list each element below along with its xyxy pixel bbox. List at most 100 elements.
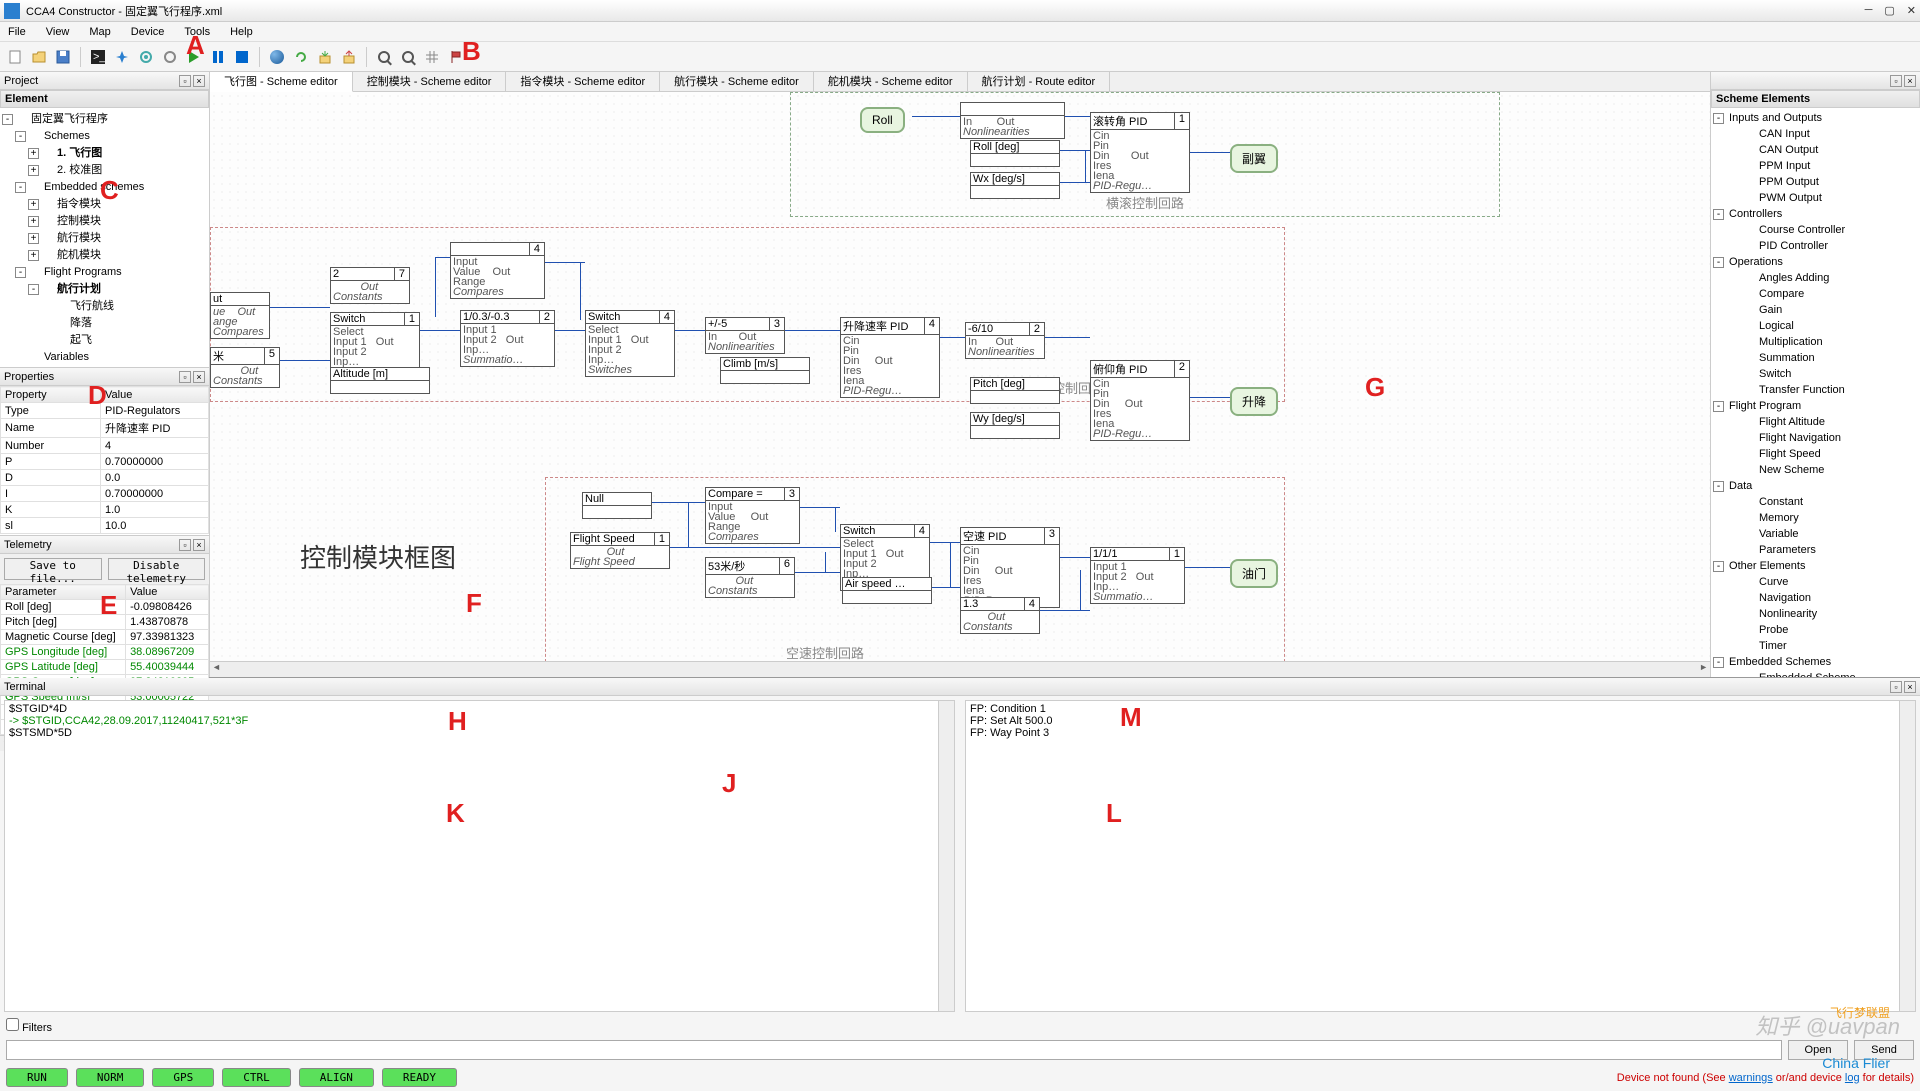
menu-file[interactable]: File: [4, 24, 30, 40]
block-nonlinear-roll[interactable]: In OutNonlinearities: [960, 102, 1065, 139]
tree-expand-icon[interactable]: -: [15, 131, 26, 142]
tree-item[interactable]: -Schemes: [2, 127, 207, 144]
status-button-ctrl[interactable]: CTRL: [222, 1068, 291, 1087]
plane-button[interactable]: [111, 46, 133, 68]
block-roll-deg[interactable]: Roll [deg]: [970, 140, 1060, 167]
panel-close-icon[interactable]: ×: [1904, 681, 1916, 693]
prop-value[interactable]: 0.0: [101, 470, 209, 486]
tree-expand-icon[interactable]: +: [28, 233, 39, 244]
tree-expand-icon[interactable]: -: [1713, 257, 1724, 268]
block-compare-3[interactable]: Compare =3 InputValue OutRangeCompares: [705, 487, 800, 544]
open-button[interactable]: [28, 46, 50, 68]
grid-button[interactable]: [421, 46, 443, 68]
tree-item[interactable]: 飞行航线: [2, 297, 207, 314]
block-sum-2[interactable]: 1/1/11 Input 1Input 2 OutInp…Summatio…: [1090, 547, 1185, 604]
scheme-element-item[interactable]: CAN Output: [1713, 142, 1918, 158]
tree-expand-icon[interactable]: -: [1713, 401, 1724, 412]
menu-map[interactable]: Map: [85, 24, 114, 40]
send-button[interactable]: Send: [1854, 1040, 1914, 1060]
disable-telemetry-button[interactable]: Disable telemetry: [108, 558, 206, 580]
tree-item[interactable]: +指令模块: [2, 195, 207, 212]
canvas-scrollbar[interactable]: [210, 661, 1710, 677]
block-pid-speed[interactable]: 空速 PID3 CinPinDin OutIresIenaPID-Regu…: [960, 527, 1060, 608]
scheme-element-item[interactable]: Gain: [1713, 302, 1918, 318]
tree-item[interactable]: -Embedded schemes: [2, 178, 207, 195]
block-const-53[interactable]: 53米/秒6 OutConstants: [705, 557, 795, 598]
scheme-group[interactable]: - Controllers: [1713, 206, 1918, 222]
status-button-align[interactable]: ALIGN: [299, 1068, 374, 1087]
scheme-group[interactable]: - Embedded Schemes: [1713, 654, 1918, 670]
scheme-element-item[interactable]: New Scheme: [1713, 462, 1918, 478]
block-airspeed[interactable]: Air speed …: [842, 577, 932, 604]
menu-view[interactable]: View: [42, 24, 74, 40]
globe-button[interactable]: [266, 46, 288, 68]
panel-close-icon[interactable]: ×: [193, 371, 205, 383]
block-altitude[interactable]: Altitude [m]: [330, 367, 430, 394]
tree-expand-icon[interactable]: -: [15, 267, 26, 278]
editor-tab[interactable]: 控制模块 - Scheme editor: [353, 72, 507, 91]
panel-float-icon[interactable]: ▫: [179, 539, 191, 551]
prop-value[interactable]: 10.0: [101, 518, 209, 534]
scheme-canvas[interactable]: 横滚控制回路 Roll In OutNonlinearities Roll [d…: [210, 92, 1710, 661]
block-null[interactable]: Null: [582, 492, 652, 519]
status-button-ready[interactable]: READY: [382, 1068, 457, 1087]
import-button[interactable]: [314, 46, 336, 68]
zoom-in-button[interactable]: [373, 46, 395, 68]
scheme-element-item[interactable]: Constant: [1713, 494, 1918, 510]
terminal-log-right[interactable]: FP: Condition 1FP: Set Alt 500.0FP: Way …: [965, 700, 1916, 1012]
scheme-element-item[interactable]: Variable: [1713, 526, 1918, 542]
scheme-element-item[interactable]: PPM Input: [1713, 158, 1918, 174]
maximize-button[interactable]: ▢: [1884, 4, 1894, 17]
block-m610[interactable]: -6/102In OutNonlinearities: [965, 322, 1045, 359]
tree-item[interactable]: 起飞: [2, 331, 207, 348]
scheme-element-item[interactable]: Compare: [1713, 286, 1918, 302]
tree-item[interactable]: -固定翼飞行程序: [2, 110, 207, 127]
pause-button[interactable]: [207, 46, 229, 68]
block-const-2[interactable]: 27 OutConstants: [330, 267, 410, 304]
menu-help[interactable]: Help: [226, 24, 257, 40]
tree-item[interactable]: -航行计划: [2, 280, 207, 297]
menu-device[interactable]: Device: [127, 24, 169, 40]
scheme-elements-tree[interactable]: - Inputs and OutputsCAN InputCAN OutputP…: [1711, 108, 1920, 677]
scheme-element-item[interactable]: PWM Output: [1713, 190, 1918, 206]
scheme-element-item[interactable]: Transfer Function: [1713, 382, 1918, 398]
export-button[interactable]: [338, 46, 360, 68]
scheme-element-item[interactable]: Timer: [1713, 638, 1918, 654]
scheme-element-item[interactable]: Summation: [1713, 350, 1918, 366]
scheme-element-item[interactable]: Switch: [1713, 366, 1918, 382]
gear-button[interactable]: [135, 46, 157, 68]
scheme-element-item[interactable]: Navigation: [1713, 590, 1918, 606]
tree-item[interactable]: +舵机模块: [2, 246, 207, 263]
tree-item[interactable]: +控制模块: [2, 212, 207, 229]
editor-tab[interactable]: 指令模块 - Scheme editor: [506, 72, 660, 91]
warnings-link[interactable]: warnings: [1729, 1072, 1773, 1084]
console-button[interactable]: >_: [87, 46, 109, 68]
block-pm5[interactable]: +/-53In OutNonlinearities: [705, 317, 785, 354]
scheme-element-item[interactable]: CAN Input: [1713, 126, 1918, 142]
scheme-group[interactable]: - Inputs and Outputs: [1713, 110, 1918, 126]
tree-expand-icon[interactable]: -: [15, 182, 26, 193]
tree-expand-icon[interactable]: +: [28, 250, 39, 261]
scheme-element-item[interactable]: PID Controller: [1713, 238, 1918, 254]
block-const-left[interactable]: 米5 OutConstants: [210, 347, 280, 388]
block-switch-4[interactable]: Switch4 SelectInput 1 OutInput 2Inp…Swit…: [585, 310, 675, 377]
scheme-group[interactable]: - Data: [1713, 478, 1918, 494]
tree-expand-icon[interactable]: -: [1713, 481, 1724, 492]
filters-checkbox[interactable]: Filters: [6, 1022, 52, 1034]
device-log-link[interactable]: log: [1845, 1072, 1860, 1084]
block-sum-1[interactable]: 1/0.3/-0.32 Input 1Input 2 OutInp…Summat…: [460, 310, 555, 367]
panel-float-icon[interactable]: ▫: [179, 371, 191, 383]
tree-expand-icon[interactable]: -: [1713, 209, 1724, 220]
prop-value[interactable]: 0.70000000: [101, 486, 209, 502]
block-wx[interactable]: Wx [deg/s]: [970, 172, 1060, 199]
tree-expand-icon[interactable]: -: [1713, 113, 1724, 124]
prop-value[interactable]: PID-Regulators: [101, 403, 209, 419]
block-wy[interactable]: Wy [deg/s]: [970, 412, 1060, 439]
block-compare-4[interactable]: 4 InputValue OutRangeCompares: [450, 242, 545, 299]
output-aileron[interactable]: 副翼: [1230, 144, 1278, 173]
block-flight-speed[interactable]: Flight Speed1 OutFlight Speed: [570, 532, 670, 569]
status-button-gps[interactable]: GPS: [152, 1068, 214, 1087]
panel-close-icon[interactable]: ×: [1904, 75, 1916, 87]
tree-expand-icon[interactable]: -: [1713, 561, 1724, 572]
scheme-element-item[interactable]: Logical: [1713, 318, 1918, 334]
